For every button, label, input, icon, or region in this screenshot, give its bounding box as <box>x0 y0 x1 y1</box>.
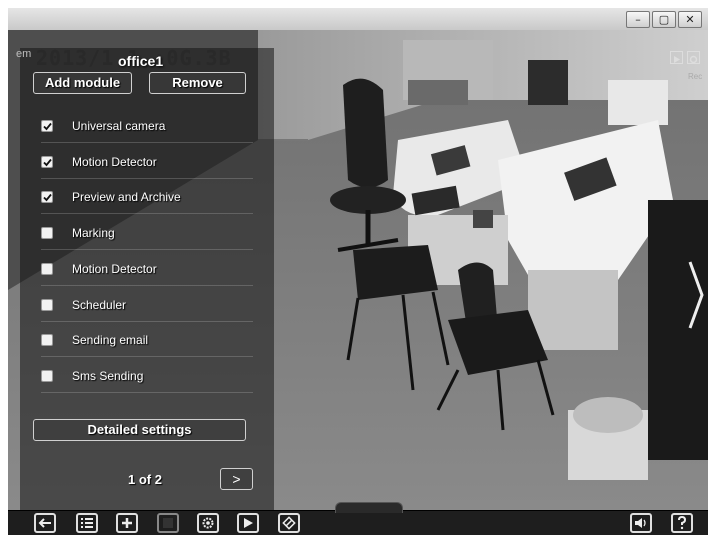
module-checkbox[interactable] <box>41 334 53 346</box>
module-checkbox[interactable] <box>41 227 53 239</box>
camera-title: office1 <box>118 53 164 69</box>
remove-button[interactable]: Remove <box>149 72 246 94</box>
module-separator <box>41 356 253 357</box>
module-label: Marking <box>72 226 115 240</box>
module-separator <box>41 392 253 393</box>
module-row[interactable]: Preview and Archive <box>41 187 253 209</box>
next-page-button[interactable]: > <box>220 468 253 490</box>
camera-label: em <box>16 48 32 60</box>
module-row[interactable]: Marking <box>41 223 253 245</box>
title-bar: – ▢ ✕ <box>8 8 708 31</box>
checkmark-icon <box>43 122 52 131</box>
play-icon[interactable] <box>237 513 259 533</box>
module-label: Motion Detector <box>72 262 157 276</box>
settings-icon[interactable] <box>197 513 219 533</box>
module-separator <box>41 321 253 322</box>
module-row[interactable]: Motion Detector <box>41 152 253 174</box>
module-checkbox[interactable] <box>41 263 53 275</box>
module-row[interactable]: Sending email <box>41 330 253 352</box>
checkmark-icon <box>43 158 52 167</box>
module-separator <box>41 213 253 214</box>
module-label: Universal camera <box>72 119 166 133</box>
module-checkbox[interactable] <box>41 370 53 382</box>
checkmark-icon <box>43 193 52 202</box>
add-module-button[interactable]: Add module <box>33 72 132 94</box>
help-icon[interactable] <box>671 513 693 533</box>
close-button[interactable]: ✕ <box>678 11 702 28</box>
detailed-settings-button[interactable]: Detailed settings <box>33 419 246 441</box>
window-controls: – ▢ ✕ <box>626 11 702 28</box>
module-row[interactable]: Scheduler <box>41 295 253 317</box>
bottom-toolbar <box>8 502 708 535</box>
module-label: Motion Detector <box>72 155 157 169</box>
app-window: – ▢ ✕ em 2013/1 1:0G.3B office1 Add mod… <box>8 8 708 535</box>
rec-label: Rec <box>688 72 703 81</box>
sound-icon[interactable] <box>630 513 652 533</box>
module-separator <box>41 142 253 143</box>
stop-icon[interactable] <box>157 513 179 533</box>
module-separator <box>41 178 253 179</box>
module-separator <box>41 285 253 286</box>
maximize-button[interactable]: ▢ <box>652 11 676 28</box>
toolbar-handle[interactable] <box>335 502 403 513</box>
module-row[interactable]: Motion Detector <box>41 259 253 281</box>
module-row[interactable]: Sms Sending <box>41 366 253 388</box>
module-row[interactable]: Universal camera <box>41 116 253 138</box>
module-checkbox-checked[interactable] <box>41 156 53 168</box>
module-checkbox[interactable] <box>41 299 53 311</box>
module-checkbox-checked[interactable] <box>41 191 53 203</box>
list-icon[interactable] <box>76 513 98 533</box>
module-label: Scheduler <box>72 298 127 312</box>
record-toggle-icon[interactable] <box>687 51 700 64</box>
back-icon[interactable] <box>34 513 56 533</box>
module-label: Sending email <box>72 333 149 347</box>
next-camera-chevron-icon[interactable] <box>688 260 704 335</box>
play-toggle-icon[interactable] <box>670 51 683 64</box>
module-checkbox-checked[interactable] <box>41 120 53 132</box>
add-icon[interactable] <box>116 513 138 533</box>
module-separator <box>41 249 253 250</box>
module-label: Sms Sending <box>72 369 144 383</box>
minimize-button[interactable]: – <box>626 11 650 28</box>
rotate-icon[interactable] <box>278 513 300 533</box>
module-label: Preview and Archive <box>72 190 181 204</box>
page-indicator: 1 of 2 <box>128 472 162 487</box>
